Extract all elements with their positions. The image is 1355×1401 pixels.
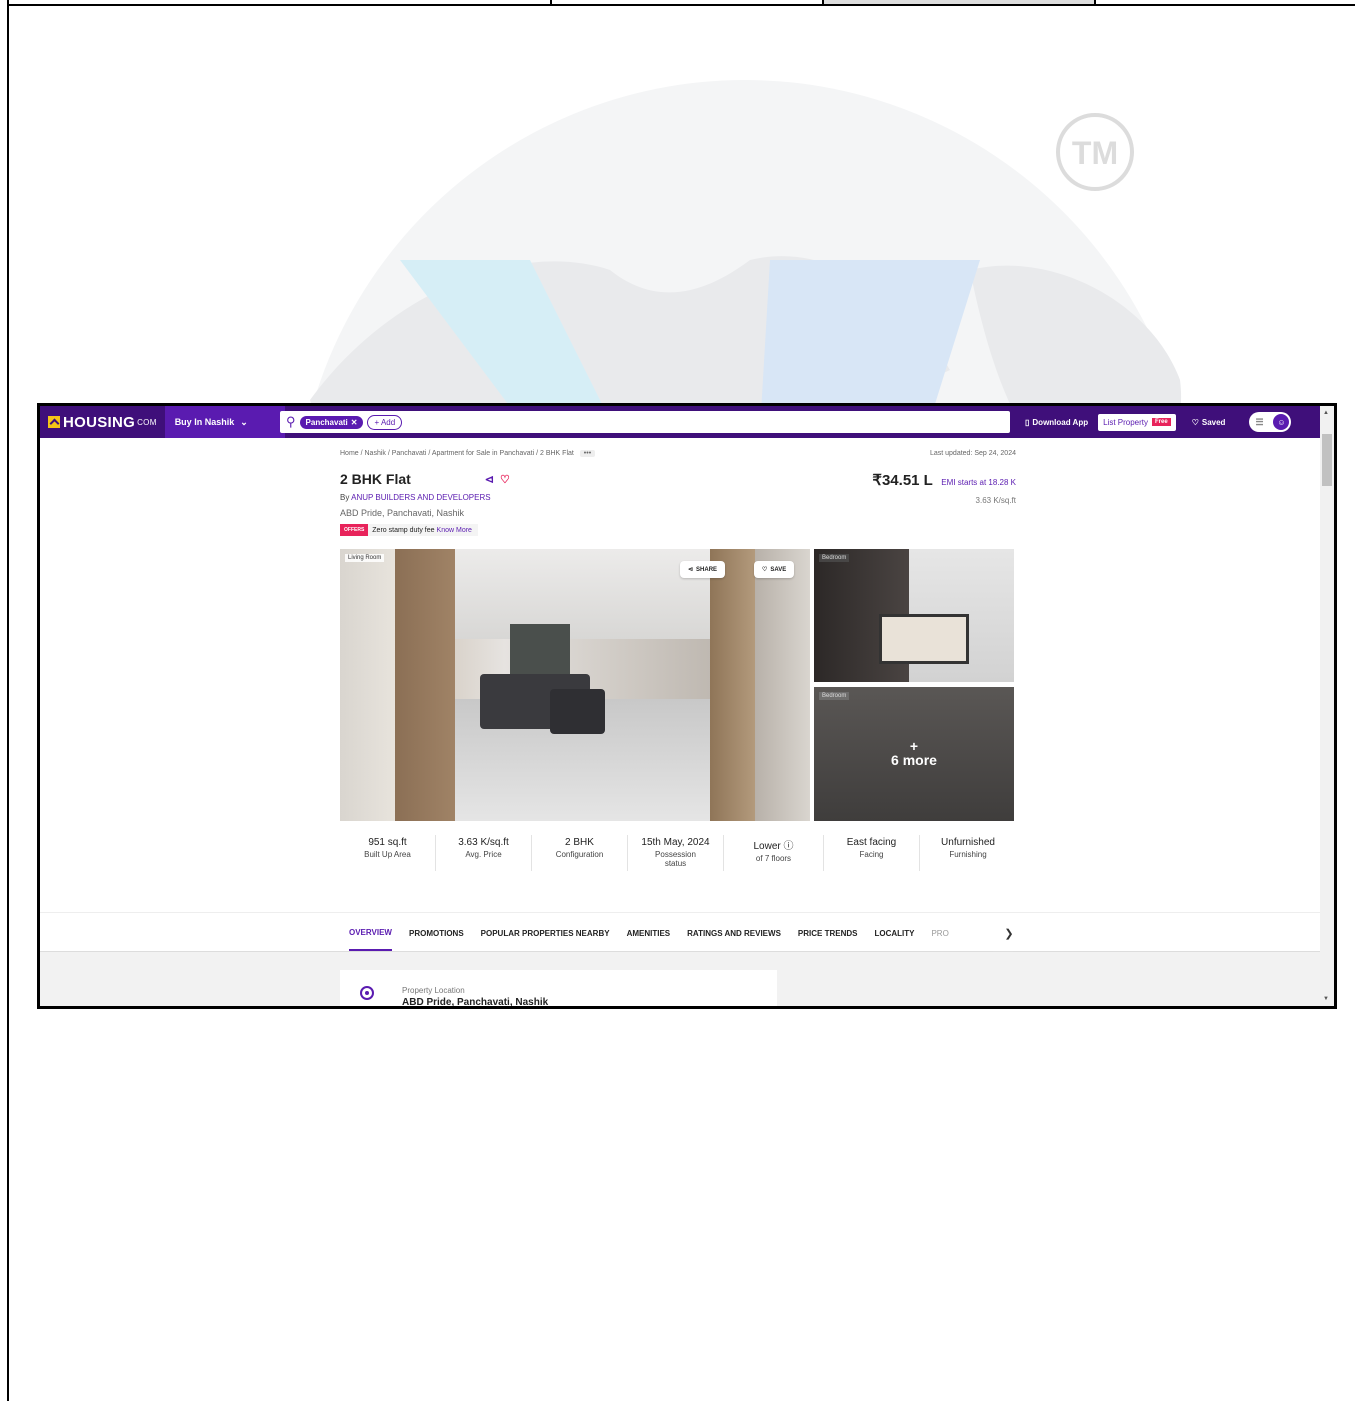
tab-truncated[interactable]: PRO — [931, 929, 948, 938]
builder-link[interactable]: ANUP BUILDERS AND DEVELOPERS — [351, 493, 490, 502]
chevron-right-icon[interactable]: ❯ — [998, 921, 1020, 945]
page-scrollbar[interactable]: ▲ ▼ — [1320, 406, 1334, 1006]
photo-label: Living Room — [345, 554, 385, 562]
search-bar[interactable]: ⚲ Panchavati ✕ + Add — [280, 411, 1010, 433]
locality-chip[interactable]: Panchavati ✕ — [299, 415, 364, 429]
photo-label: Bedroom — [819, 554, 850, 562]
save-button[interactable]: ♡ SAVE — [754, 561, 795, 578]
profile-menu-toggle[interactable]: ☰ ☺ — [1249, 412, 1292, 432]
housing-logo[interactable]: HOUSING COM — [48, 414, 157, 431]
hamburger-icon: ☰ — [1255, 416, 1264, 427]
price: ₹34.51 L — [872, 472, 933, 489]
breadcrumb-more-button[interactable]: ••• — [579, 450, 596, 457]
scroll-up-icon[interactable]: ▲ — [1323, 410, 1329, 416]
free-badge: Free — [1152, 418, 1171, 426]
chevron-down-icon: ⌄ — [240, 416, 248, 427]
page-title: 2 BHK Flat — [340, 471, 411, 487]
property-stats: 951 sq.ft Built Up Area 3.63 K/sq.ft Avg. … — [340, 835, 1016, 871]
tab-popular-properties[interactable]: POPULAR PROPERTIES NEARBY — [481, 929, 610, 938]
living-room-photo[interactable]: Living Room ⊲ SHARE ♡ SAVE — [340, 549, 810, 821]
more-photos-tile[interactable]: Bedroom + 6 more — [814, 687, 1014, 821]
stat-floor: Lower ⓘ of 7 floors — [724, 835, 824, 871]
tab-price-trends[interactable]: PRICE TRENDS — [798, 929, 858, 938]
table-top-row — [7, 0, 1355, 6]
avatar: ☺ — [1273, 414, 1290, 430]
close-icon[interactable]: ✕ — [351, 418, 358, 427]
scroll-down-icon[interactable]: ▼ — [1323, 996, 1329, 1002]
tab-ratings[interactable]: RATINGS AND REVIEWS — [687, 929, 781, 938]
listing-content: Home / Nashik / Panchavati / Apartment f… — [340, 450, 1016, 871]
share-icon[interactable]: ⊲ — [485, 473, 494, 486]
stat-built-up-area: 951 sq.ft Built Up Area — [340, 835, 436, 871]
share-icon: ⊲ — [688, 567, 694, 573]
price-block: ₹34.51 L EMI starts at 18.28 K 3.63 K/sq… — [872, 471, 1016, 505]
breadcrumb: Home / Nashik / Panchavati / Apartment f… — [340, 450, 1016, 457]
bedroom-photo[interactable]: Bedroom — [814, 549, 1014, 682]
property-address: ABD Pride, Panchavati, Nashik — [340, 508, 465, 518]
heart-icon[interactable]: ♡ — [500, 473, 510, 486]
stat-possession: 15th May, 2024 Possession status — [628, 835, 724, 871]
scrollbar-thumb[interactable] — [1322, 434, 1332, 486]
tab-amenities[interactable]: AMENITIES — [627, 929, 671, 938]
heart-icon: ♡ — [762, 567, 768, 573]
housing-logo-icon — [48, 416, 60, 428]
top-navbar: HOUSING COM Buy In Nashik ⌄ ⚲ Panchavati… — [40, 406, 1320, 438]
property-location-card: Property Location ABD Pride, Panchavati,… — [340, 970, 777, 1006]
heart-icon: ♡ — [1191, 417, 1199, 427]
section-tabs: OVERVIEW PROMOTIONS POPULAR PROPERTIES N… — [40, 912, 1320, 952]
location-pin-icon — [360, 986, 374, 1000]
add-locality-button[interactable]: + Add — [367, 414, 403, 430]
buy-in-dropdown[interactable]: Buy In Nashik ⌄ — [164, 406, 285, 438]
emi-link[interactable]: EMI starts at 18.28 K — [941, 478, 1016, 487]
offers-tag: OFFERS — [340, 524, 369, 536]
overview-section: Property Location ABD Pride, Panchavati,… — [40, 952, 1320, 1006]
last-updated: Last updated: Sep 24, 2024 — [929, 450, 1016, 457]
browser-screenshot: HOUSING COM Buy In Nashik ⌄ ⚲ Panchavati… — [37, 403, 1337, 1009]
share-button[interactable]: ⊲ SHARE — [680, 561, 726, 578]
download-app-button[interactable]: ▯ Download App — [1025, 418, 1088, 427]
listing-title-row: 2 BHK Flat ⊲ ♡ — [340, 471, 510, 487]
phone-icon: ▯ — [1025, 417, 1030, 427]
tab-overview[interactable]: OVERVIEW — [349, 916, 392, 951]
know-more-link[interactable]: Know More — [437, 527, 472, 534]
stat-furnishing: Unfurnished Furnishing — [941, 837, 995, 859]
info-icon[interactable]: ⓘ — [784, 841, 794, 852]
offer-banner: OFFERS Zero stamp duty fee Know More — [340, 524, 478, 536]
price-per-sqft: 3.63 K/sq.ft — [975, 496, 1016, 505]
tab-locality[interactable]: LOCALITY — [874, 929, 914, 938]
navbar-actions: ▯ Download App List Property Free ♡ Save… — [1025, 406, 1292, 438]
builder-line: By ANUP BUILDERS AND DEVELOPERS — [340, 493, 491, 502]
tab-promotions[interactable]: PROMOTIONS — [409, 929, 464, 938]
plus-icon: + — [909, 738, 919, 754]
stat-facing: East facing Facing — [824, 835, 920, 871]
stat-configuration: 2 BHK Configuration — [532, 835, 628, 871]
breadcrumb-path[interactable]: Home / Nashik / Panchavati / Apartment f… — [340, 450, 574, 457]
list-property-button[interactable]: List Property Free — [1098, 413, 1176, 431]
saved-button[interactable]: ♡ Saved — [1192, 418, 1226, 427]
search-icon: ⚲ — [286, 414, 296, 429]
stat-avg-price: 3.63 K/sq.ft Avg. Price — [436, 835, 532, 871]
more-photos-count: 6 more — [891, 752, 937, 768]
photo-gallery: Living Room ⊲ SHARE ♡ SAVE Bedroom Bedro… — [340, 549, 1016, 821]
